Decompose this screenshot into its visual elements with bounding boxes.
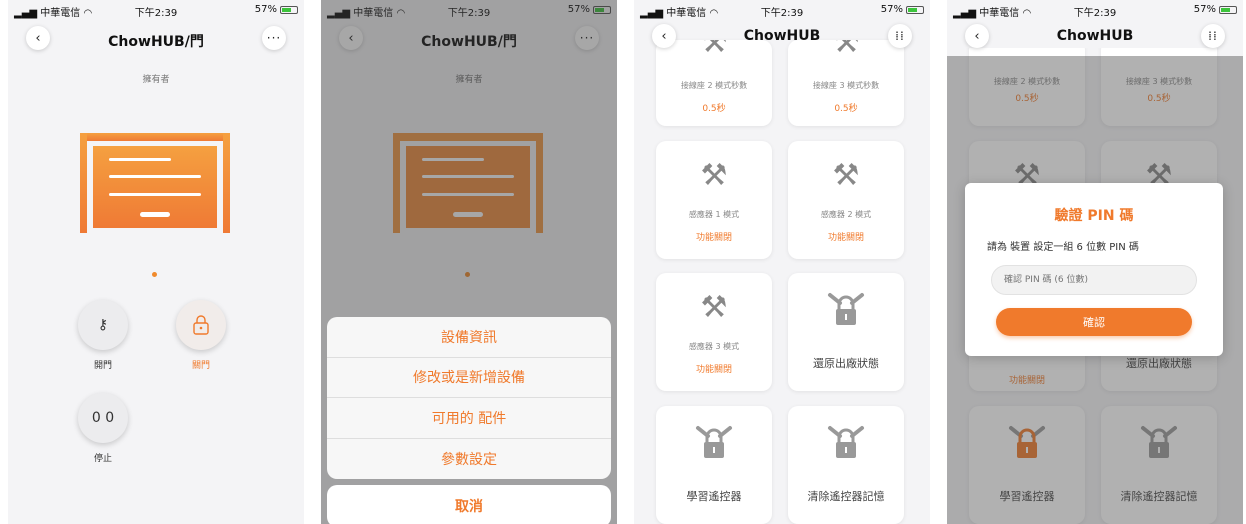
menu-parameter-settings[interactable]: 參數設定	[327, 439, 611, 480]
tools-icon: ⚒	[700, 290, 728, 325]
stop-door-control[interactable]: 0 0 停止	[68, 393, 138, 464]
status-bar: ▂▄▆ 中華電信 ◠ 下午2:39 57%	[8, 0, 304, 20]
battery-icon	[1219, 5, 1237, 14]
screen-door-control: ▂▄▆ 中華電信 ◠ 下午2:39 57% ‹ ChowHUB/門 ··· 擁有…	[8, 0, 304, 524]
screen-action-sheet: ▂▄▆ 中華電信 ◠ 下午2:39 57% ‹ ChowHUB/門 ··· 擁有…	[321, 0, 617, 524]
battery-status: 57%	[1194, 4, 1237, 15]
open-door-label: 開門	[93, 361, 112, 371]
grid-button[interactable]: ⁞⁞	[888, 24, 912, 48]
grid-button[interactable]: ⁞⁞	[1201, 24, 1225, 48]
more-icon: ···	[266, 31, 282, 45]
garage-door-illustration	[80, 133, 230, 233]
padlock-chain-icon	[828, 426, 864, 458]
menu-edit-add-device[interactable]: 修改或是新增設備	[327, 358, 611, 398]
menu-accessories[interactable]: 可用的 配件	[327, 398, 611, 439]
page-title: ChowHUB	[1056, 28, 1134, 44]
stop-button[interactable]: 0 0	[78, 393, 128, 443]
pin-input[interactable]	[991, 265, 1197, 295]
padlock-chain-icon	[828, 293, 864, 325]
confirm-button[interactable]: 確認	[996, 308, 1192, 336]
nav-bar: ‹ ChowHUB/門 ···	[8, 22, 304, 56]
card-terminal-3-seconds[interactable]: ⚒ 接線座 3 模式秒數 0.5秒	[788, 40, 904, 126]
card-sensor-3-mode[interactable]: ⚒ 感應器 3 模式 功能關閉	[656, 273, 772, 391]
open-door-control[interactable]: ⚷ 開門	[68, 300, 138, 371]
battery-icon	[906, 5, 924, 14]
cancel-button[interactable]: 取消	[327, 485, 611, 524]
screen-parameter-grid: ▂▄▆ 中華電信 ◠ 下午2:39 57% ‹ ChowHUB ⁞⁞ ⚒ 接線座…	[634, 0, 930, 524]
modal-title: 驗證 PIN 碼	[1054, 208, 1134, 224]
menu-device-info[interactable]: 設備資訊	[327, 317, 611, 358]
tools-icon: ⚒	[832, 158, 860, 193]
key-icon: ⚷	[97, 317, 109, 333]
battery-status: 57%	[881, 4, 924, 15]
owner-label: 擁有者	[142, 75, 170, 85]
close-door-button[interactable]	[176, 300, 226, 350]
card-sensor-1-mode[interactable]: ⚒ 感應器 1 模式 功能關閉	[656, 141, 772, 259]
status-bar: ▂▄▆ 中華電信 ◠ 下午2:39 57%	[634, 0, 930, 20]
card-terminal-2-seconds[interactable]: ⚒ 接線座 2 模式秒數 0.5秒	[656, 40, 772, 126]
page-title: ChowHUB/門	[108, 34, 204, 50]
page-title: ChowHUB	[743, 28, 821, 44]
grid-icon: ⁞⁞	[895, 29, 905, 43]
card-learn-remote[interactable]: 學習遙控器	[656, 406, 772, 524]
screen-pin-verify: ▂▄▆ 中華電信 ◠ 下午2:39 57% ‹ ChowHUB ⁞⁞ 接線座 2…	[947, 0, 1243, 524]
pin-modal: 驗證 PIN 碼 請為 裝置 設定一組 6 位數 PIN 碼 確認	[965, 183, 1223, 356]
page-indicator-dot	[152, 272, 157, 277]
card-clear-remote[interactable]: 清除遙控器記憶	[788, 406, 904, 524]
lock-icon	[193, 315, 209, 335]
nav-bar: ‹ ChowHUB ⁞⁞	[634, 22, 930, 48]
modal-description: 請為 裝置 設定一組 6 位數 PIN 碼	[987, 242, 1139, 253]
more-button[interactable]: ···	[262, 26, 286, 50]
battery-icon	[280, 5, 298, 14]
open-door-button[interactable]: ⚷	[78, 300, 128, 350]
battery-status: 57%	[255, 4, 298, 15]
garage-door-icon	[80, 133, 230, 233]
padlock-chain-icon	[696, 426, 732, 458]
grid-icon: ⁞⁞	[1208, 29, 1218, 43]
nav-bar: ‹ ChowHUB ⁞⁞	[947, 22, 1243, 48]
pause-icon: 0 0	[91, 410, 115, 426]
card-sensor-2-mode[interactable]: ⚒ 感應器 2 模式 功能關閉	[788, 141, 904, 259]
close-door-label: 關門	[191, 361, 210, 371]
close-door-control[interactable]: 關門	[166, 300, 236, 371]
tools-icon: ⚒	[700, 158, 728, 193]
card-factory-reset[interactable]: 還原出廠狀態	[788, 273, 904, 391]
stop-label: 停止	[93, 454, 112, 464]
status-bar: ▂▄▆ 中華電信 ◠ 下午2:39 57%	[947, 0, 1243, 20]
action-sheet: 設備資訊 修改或是新增設備 可用的 配件 參數設定	[327, 317, 611, 479]
